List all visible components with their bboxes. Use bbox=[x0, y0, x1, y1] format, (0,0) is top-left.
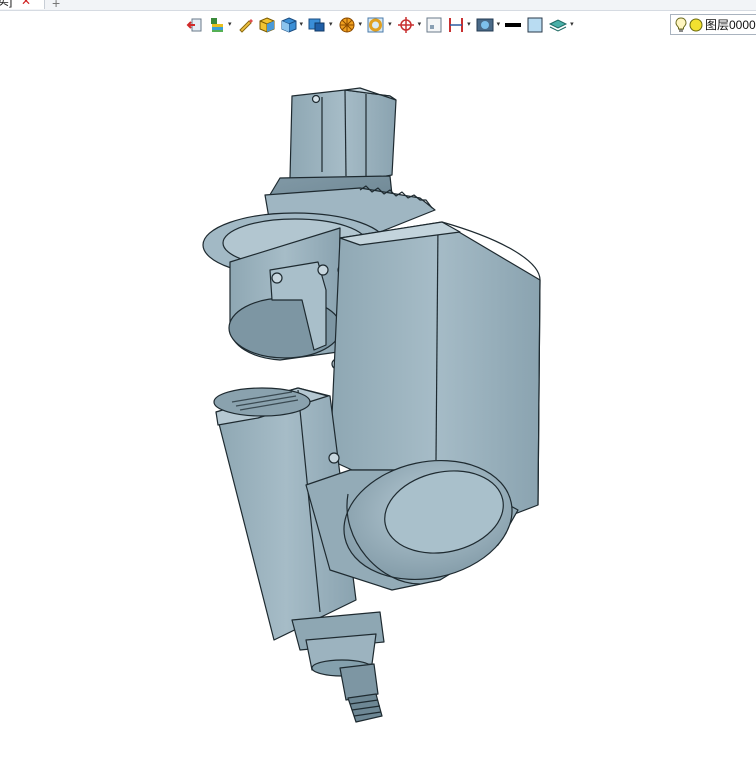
color-swatch-icon bbox=[527, 17, 543, 33]
document-tab[interactable]: 实] ✕ bbox=[0, 0, 45, 9]
layer-stack-icon bbox=[549, 19, 568, 32]
layer-selector[interactable]: 图层0000 bbox=[670, 14, 756, 35]
sphere-render-icon bbox=[339, 17, 355, 33]
document-tab-strip: 实] ✕ + bbox=[0, 0, 756, 11]
bolt-5 bbox=[328, 452, 340, 464]
layer-tools-icon bbox=[211, 18, 223, 32]
display-filter-button[interactable]: ▾ bbox=[475, 15, 501, 35]
blue-cube-button[interactable]: ▾ bbox=[280, 15, 304, 35]
cube-blue-icon bbox=[281, 17, 297, 33]
dimension-dropdown-icon[interactable]: ▾ bbox=[467, 15, 471, 35]
layer-tools-dropdown-icon[interactable]: ▾ bbox=[228, 15, 232, 35]
crosshair-button[interactable]: ▾ bbox=[396, 15, 422, 35]
solid-view-button[interactable]: ▾ bbox=[307, 15, 333, 35]
line-weight-button[interactable] bbox=[504, 15, 522, 35]
sketch-pencil-button[interactable] bbox=[236, 15, 254, 35]
solid-view-dropdown-icon[interactable]: ▾ bbox=[329, 15, 333, 35]
dimension-icon bbox=[449, 18, 464, 32]
lightbulb-icon[interactable] bbox=[675, 16, 687, 33]
view-toolbar: ▾ ▾ ▾ ▾ ▾ ▾ ▾ ▾ ▾ bbox=[186, 14, 578, 36]
frame-button[interactable] bbox=[425, 15, 443, 35]
dimension-button[interactable]: ▾ bbox=[447, 15, 471, 35]
solid-view-icon bbox=[308, 18, 325, 32]
exit-sketch-icon bbox=[186, 18, 202, 32]
layer-stack-dropdown-icon[interactable]: ▾ bbox=[570, 15, 574, 35]
cube-yellow-icon bbox=[259, 17, 275, 33]
bolt-1 bbox=[271, 272, 283, 284]
shaded-cube-button[interactable] bbox=[258, 15, 276, 35]
layer-stack-button[interactable]: ▾ bbox=[548, 15, 574, 35]
motor-housing bbox=[289, 89, 397, 183]
line-weight-icon bbox=[505, 23, 522, 27]
document-tab-label: 实] bbox=[0, 0, 13, 8]
motor-screw bbox=[311, 94, 321, 104]
color-swatch-button[interactable] bbox=[526, 15, 544, 35]
layer-tools-button[interactable]: ▾ bbox=[208, 15, 232, 35]
close-tab-icon[interactable]: ✕ bbox=[21, 0, 31, 7]
render-sphere-button[interactable]: ▾ bbox=[337, 15, 363, 35]
crosshair-icon bbox=[397, 17, 414, 33]
new-tab-button[interactable]: + bbox=[52, 0, 60, 11]
crosshair-dropdown-icon[interactable]: ▾ bbox=[418, 15, 422, 35]
ring-dropdown-icon[interactable]: ▾ bbox=[388, 15, 392, 35]
yellow-circle-icon[interactable] bbox=[689, 18, 703, 32]
bolt-2 bbox=[317, 264, 329, 276]
display-filter-icon bbox=[476, 18, 494, 32]
layer-selector-value: 图层0000 bbox=[705, 18, 756, 32]
display-filter-dropdown-icon[interactable]: ▾ bbox=[497, 15, 501, 35]
exit-sketch-button[interactable] bbox=[186, 15, 204, 35]
blue-cube-dropdown-icon[interactable]: ▾ bbox=[300, 15, 304, 35]
frame-icon bbox=[426, 17, 442, 33]
spindle-head-model[interactable] bbox=[0, 40, 756, 760]
render-sphere-dropdown-icon[interactable]: ▾ bbox=[359, 15, 363, 35]
3d-viewport[interactable] bbox=[0, 40, 756, 760]
pencil-icon bbox=[238, 19, 253, 33]
ring-button[interactable]: ▾ bbox=[366, 15, 392, 35]
ring-icon bbox=[367, 17, 384, 33]
